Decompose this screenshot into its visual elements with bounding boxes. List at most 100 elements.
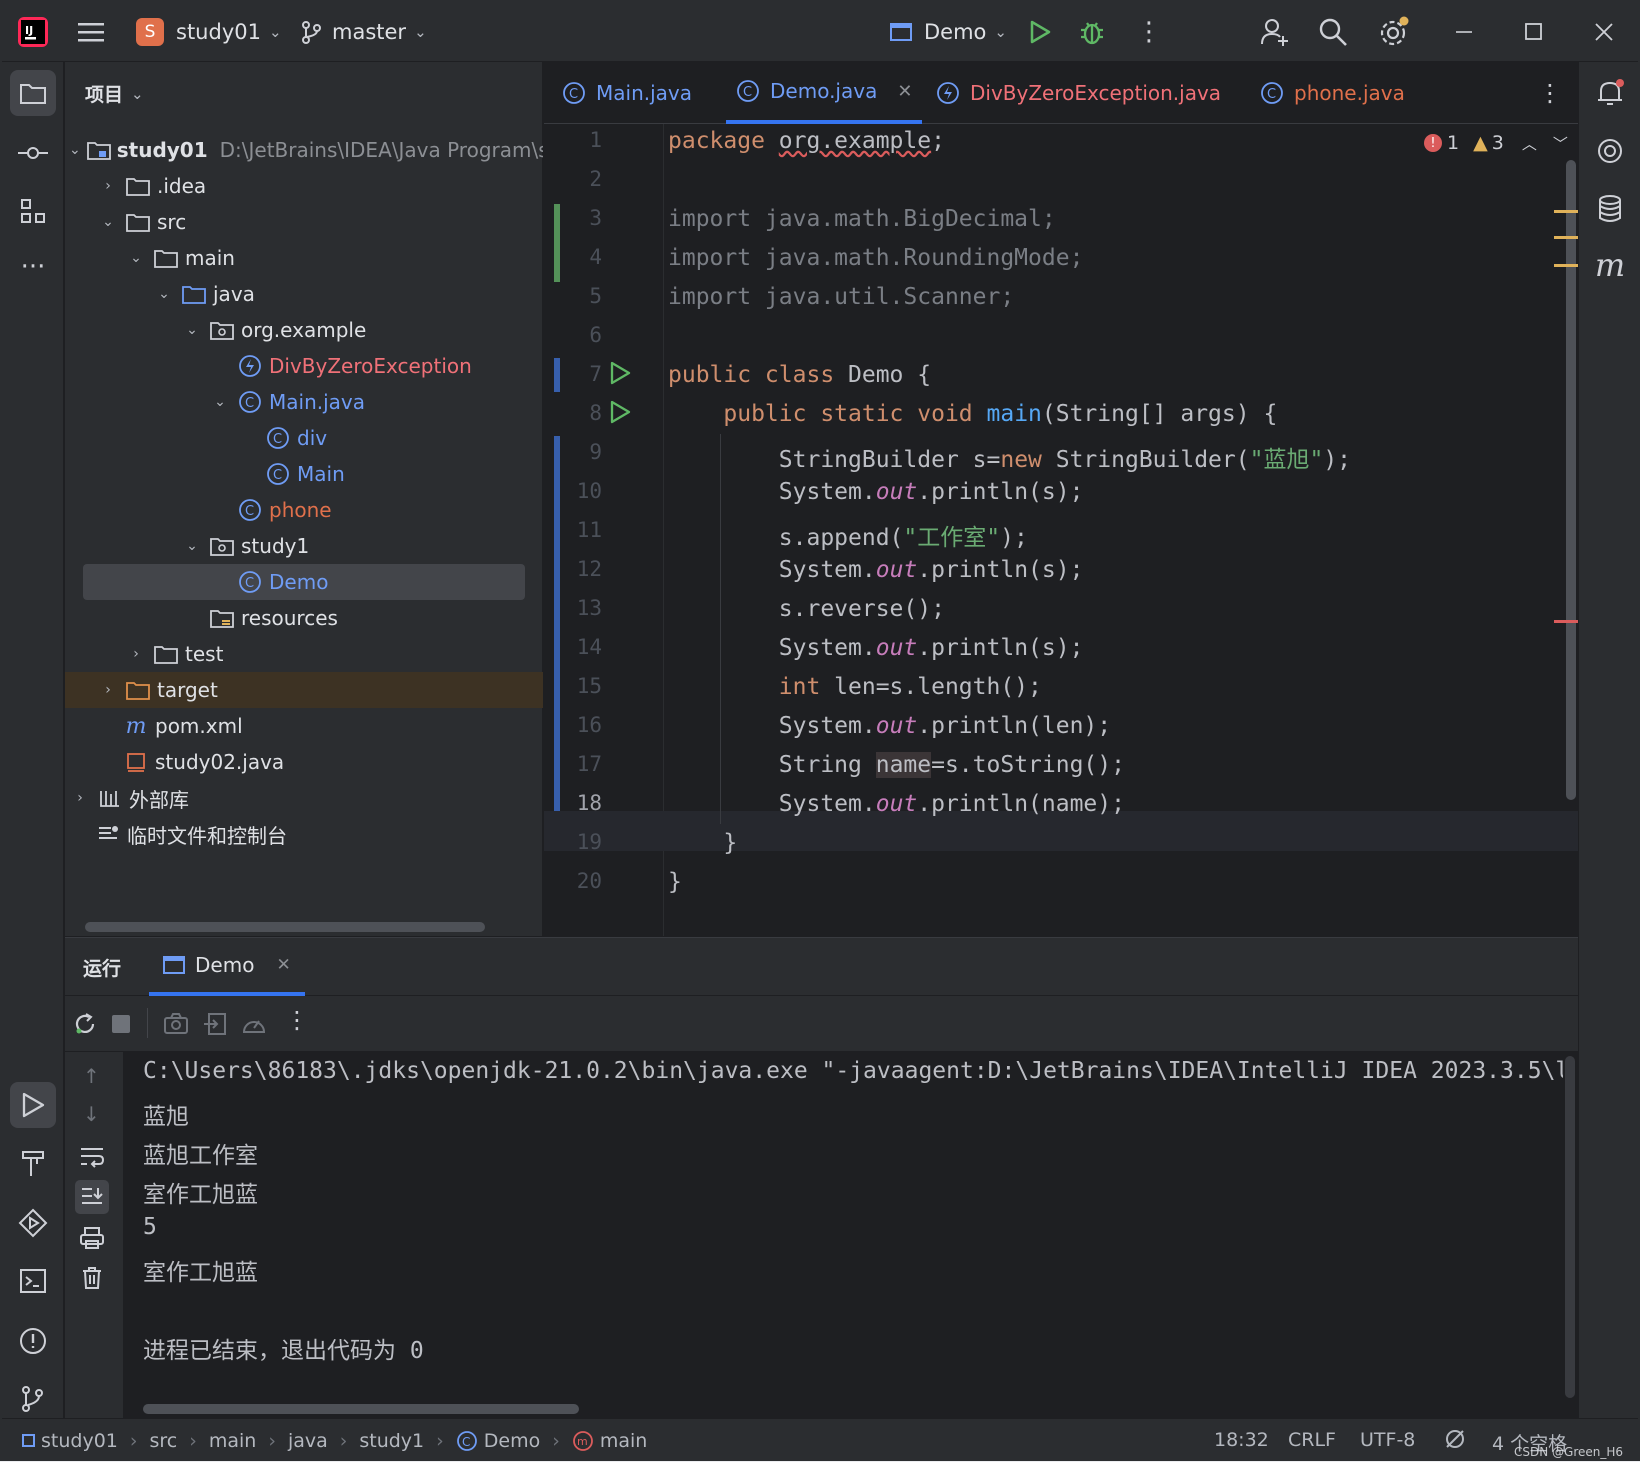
- problems-icon[interactable]: [10, 1318, 56, 1364]
- run-button[interactable]: [1028, 2, 1052, 62]
- tree-item-study02[interactable]: study02.java: [65, 744, 543, 780]
- run-config-selector[interactable]: Demo ⌄: [890, 2, 1007, 62]
- add-user-icon[interactable]: [1260, 2, 1290, 62]
- project-tool-icon[interactable]: [10, 70, 56, 116]
- tab-main-java[interactable]: C Main.java: [562, 62, 692, 124]
- arrow-up-icon[interactable]: ↑: [83, 1064, 100, 1088]
- project-horizontal-scrollbar[interactable]: [85, 922, 485, 932]
- structure-tool-icon[interactable]: [10, 188, 56, 234]
- camera-icon[interactable]: [163, 1012, 189, 1040]
- tree-item-study1[interactable]: ⌄ study1: [65, 528, 543, 564]
- intellij-logo-icon[interactable]: IJ: [16, 2, 50, 62]
- code-line[interactable]: }: [668, 869, 682, 895]
- close-tab-icon[interactable]: ✕: [276, 955, 290, 975]
- breadcrumb-item[interactable]: main: [600, 1430, 647, 1452]
- tree-item-java[interactable]: ⌄ java: [65, 276, 543, 312]
- branch-switcher[interactable]: master ⌄: [300, 2, 427, 62]
- code-line[interactable]: public static void main(String[] args) {: [668, 401, 1277, 427]
- code-line[interactable]: int len=s.length();: [668, 674, 1042, 700]
- trash-icon[interactable]: [81, 1266, 103, 1294]
- minimize-icon[interactable]: [1454, 2, 1474, 62]
- tree-item-main-java[interactable]: ⌄ C Main.java: [65, 384, 543, 420]
- tree-item-demo[interactable]: C Demo: [83, 564, 525, 600]
- maximize-icon[interactable]: [1524, 2, 1544, 62]
- tabs-more-icon[interactable]: ⋮: [1538, 62, 1562, 124]
- run-gutter-icon[interactable]: [608, 399, 632, 429]
- breadcrumb-item[interactable]: src: [149, 1430, 177, 1452]
- rerun-icon[interactable]: [73, 1012, 97, 1040]
- tree-item-divbyzeroexception[interactable]: DivByZeroException: [65, 348, 543, 384]
- breadcrumb-item[interactable]: main: [209, 1430, 256, 1452]
- code-line[interactable]: System.out.println(s);: [668, 635, 1084, 661]
- code-line[interactable]: package org.example;: [668, 128, 945, 154]
- inspection-widget[interactable]: ! 1 ▲ 3 ︿ ﹀: [1424, 128, 1568, 158]
- close-tab-icon[interactable]: ✕: [897, 81, 912, 102]
- notifications-bell-icon[interactable]: [1587, 70, 1633, 116]
- profiler-icon[interactable]: [241, 1012, 267, 1040]
- scroll-to-end-icon[interactable]: [75, 1180, 109, 1214]
- breadcrumb-item[interactable]: study1: [359, 1430, 424, 1452]
- tree-item-resources[interactable]: resources: [65, 600, 543, 636]
- tree-item-main-class[interactable]: C Main: [65, 456, 543, 492]
- code-line[interactable]: s.append("工作室");: [668, 518, 1028, 552]
- settings-gear-icon[interactable]: [1378, 2, 1410, 62]
- tab-phone-java[interactable]: C phone.java: [1260, 62, 1405, 124]
- console-vertical-scrollbar[interactable]: [1565, 1056, 1575, 1398]
- code-line[interactable]: import java.math.RoundingMode;: [668, 245, 1083, 271]
- tree-item-div[interactable]: C div: [65, 420, 543, 456]
- close-icon[interactable]: [1594, 2, 1614, 62]
- line-separator[interactable]: CRLF: [1288, 1429, 1336, 1451]
- main-menu-icon[interactable]: [78, 2, 104, 62]
- print-icon[interactable]: [79, 1226, 105, 1254]
- more-actions-icon[interactable]: ⋮: [285, 1006, 309, 1034]
- code-line[interactable]: StringBuilder s=new StringBuilder("蓝旭");: [668, 440, 1351, 474]
- readonly-toggle-icon[interactable]: [1444, 1428, 1466, 1455]
- tree-item-phone[interactable]: C phone: [65, 492, 543, 528]
- code-line[interactable]: String name=s.toString();: [668, 752, 1125, 778]
- tree-item-test[interactable]: › test: [65, 636, 543, 672]
- project-panel-header[interactable]: 项目 ⌄: [85, 80, 144, 107]
- ai-assistant-icon[interactable]: [1587, 128, 1633, 174]
- tree-item-main[interactable]: ⌄ main: [65, 240, 543, 276]
- code-line[interactable]: s.reverse();: [668, 596, 945, 622]
- tree-item-org-example[interactable]: ⌄ org.example: [65, 312, 543, 348]
- database-icon[interactable]: [1587, 186, 1633, 232]
- next-highlight-icon[interactable]: ﹀: [1553, 133, 1568, 154]
- commit-tool-icon[interactable]: [10, 130, 56, 176]
- terminal-icon[interactable]: [10, 1258, 56, 1304]
- code-line[interactable]: import java.util.Scanner;: [668, 284, 1014, 310]
- console-output[interactable]: C:\Users\86183\.jdks\openjdk-21.0.2\bin\…: [123, 1052, 1563, 1419]
- soft-wrap-icon[interactable]: [79, 1146, 105, 1172]
- tree-item-external-libraries[interactable]: › 外部库: [65, 780, 543, 816]
- more-actions-icon[interactable]: ⋮: [1136, 2, 1162, 62]
- git-icon[interactable]: [10, 1376, 56, 1422]
- tab-demo-java[interactable]: C Demo.java ✕: [726, 62, 923, 124]
- editor-vertical-scrollbar[interactable]: [1566, 160, 1576, 800]
- tree-item-target[interactable]: › target: [65, 672, 543, 708]
- code-line[interactable]: public class Demo {: [668, 362, 931, 388]
- more-tools-icon[interactable]: ···: [10, 244, 56, 290]
- run-tool-icon[interactable]: [10, 1082, 56, 1128]
- code-line[interactable]: System.out.println(s);: [668, 479, 1084, 505]
- run-gutter-icon[interactable]: [608, 360, 632, 390]
- project-switcher[interactable]: S study01 ⌄: [136, 2, 282, 62]
- code-line[interactable]: System.out.println(s);: [668, 557, 1084, 583]
- exit-icon[interactable]: [203, 1012, 227, 1040]
- code-line[interactable]: }: [668, 830, 737, 856]
- tree-item-study01[interactable]: ⌄ study01 D:\JetBrains\IDEA\Java Program…: [65, 132, 543, 168]
- code-line[interactable]: System.out.println(len);: [668, 713, 1111, 739]
- tree-item-idea[interactable]: › .idea: [65, 168, 543, 204]
- previous-highlight-icon[interactable]: ︿: [1522, 133, 1537, 154]
- breadcrumb-item[interactable]: java: [288, 1430, 328, 1452]
- file-encoding[interactable]: UTF-8: [1360, 1429, 1415, 1451]
- build-hammer-icon[interactable]: [10, 1140, 56, 1186]
- search-icon[interactable]: [1318, 2, 1348, 62]
- tree-item-scratches[interactable]: 临时文件和控制台: [65, 816, 543, 852]
- breadcrumb-item[interactable]: study01: [41, 1430, 118, 1452]
- console-horizontal-scrollbar[interactable]: [143, 1404, 579, 1414]
- maven-icon[interactable]: m: [1587, 242, 1633, 288]
- code-line[interactable]: System.out.println(name);: [668, 791, 1125, 817]
- tree-item-src[interactable]: ⌄ src: [65, 204, 543, 240]
- tree-item-pom[interactable]: m pom.xml: [65, 708, 543, 744]
- services-icon[interactable]: [10, 1200, 56, 1246]
